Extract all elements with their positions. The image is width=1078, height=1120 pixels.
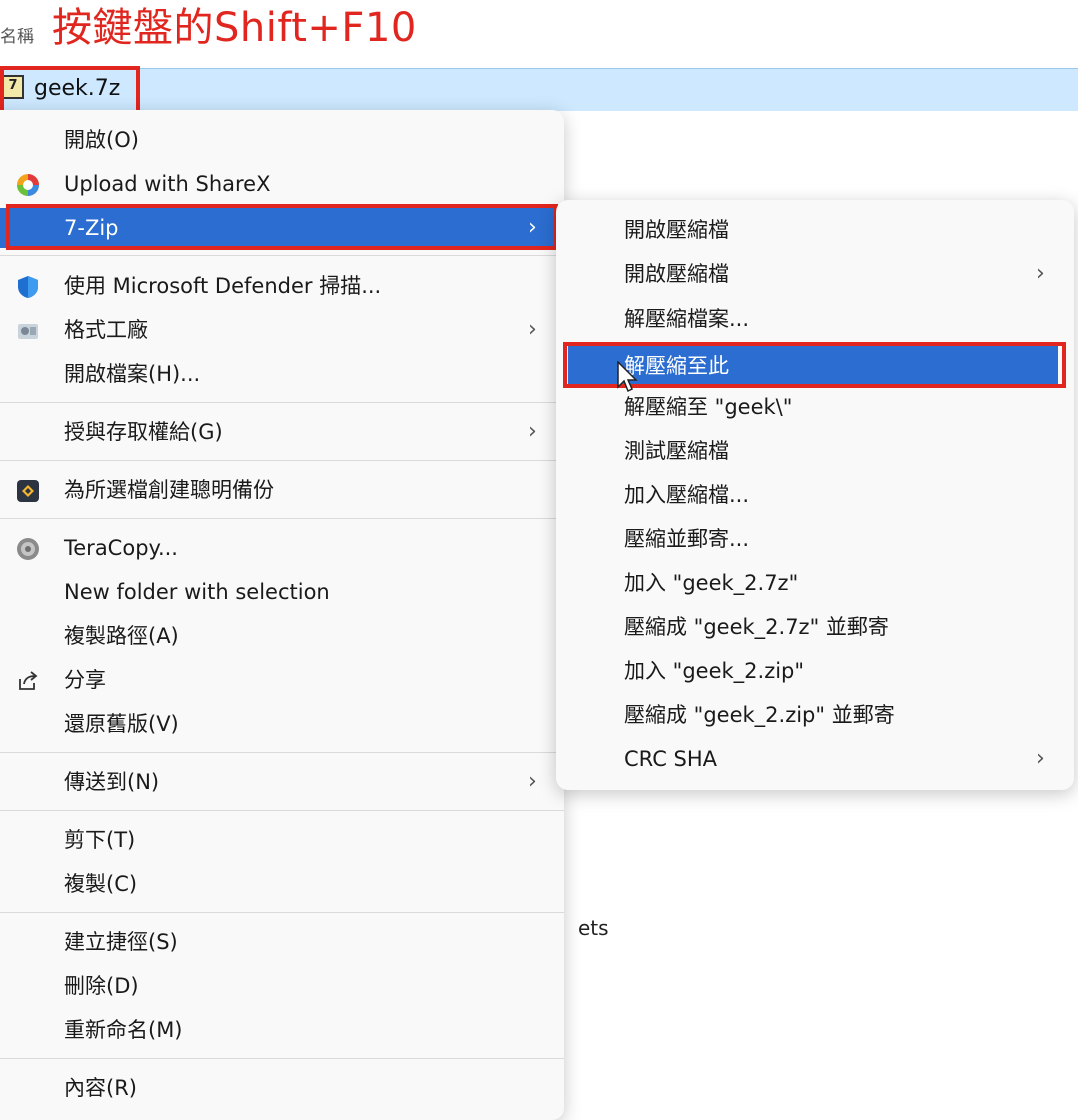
submenu-item-crc-sha[interactable]: CRC SHA › bbox=[556, 739, 1074, 779]
teracopy-icon bbox=[17, 538, 39, 560]
menu-separator bbox=[0, 752, 564, 753]
menu-item-defender-scan[interactable]: 使用 Microsoft Defender 掃描... bbox=[0, 266, 564, 306]
menu-item-label: 開啟壓縮檔 bbox=[624, 218, 729, 242]
menu-item-label: 刪除(D) bbox=[64, 974, 139, 998]
7zip-highlight-box bbox=[6, 204, 558, 250]
menu-separator bbox=[0, 460, 564, 461]
menu-item-label: 壓縮並郵寄... bbox=[624, 527, 750, 551]
menu-item-open-file[interactable]: 開啟檔案(H)... bbox=[0, 354, 564, 394]
menu-item-delete[interactable]: 刪除(D) bbox=[0, 966, 564, 1006]
defender-shield-icon bbox=[18, 276, 38, 298]
menu-separator bbox=[0, 255, 564, 256]
menu-item-label: 使用 Microsoft Defender 掃描... bbox=[64, 274, 382, 298]
menu-item-copy[interactable]: 複製(C) bbox=[0, 864, 564, 904]
menu-item-smart-backup[interactable]: 為所選檔創建聰明備份 bbox=[0, 470, 564, 510]
menu-item-open[interactable]: 開啟(O) bbox=[0, 120, 564, 160]
menu-item-label: 加入 "geek_2.7z" bbox=[624, 571, 799, 595]
menu-item-label: 壓縮成 "geek_2.zip" 並郵寄 bbox=[624, 703, 895, 727]
menu-item-label: 開啟檔案(H)... bbox=[64, 362, 201, 386]
context-menu: 開啟(O) Upload with ShareX 7-Zip › 使用 Micr… bbox=[0, 110, 564, 1120]
submenu-item-test-archive[interactable]: 測試壓縮檔 bbox=[556, 431, 1074, 471]
menu-separator bbox=[0, 1058, 564, 1059]
menu-item-restore-previous[interactable]: 還原舊版(V) bbox=[0, 704, 564, 744]
menu-item-format-factory[interactable]: 格式工廠 › bbox=[0, 310, 564, 350]
7zip-submenu: 開啟壓縮檔 開啟壓縮檔 › 解壓縮檔案... 解壓縮至此 解壓縮至 "geek\… bbox=[556, 200, 1074, 790]
menu-separator bbox=[0, 402, 564, 403]
menu-item-label: 剪下(T) bbox=[64, 828, 136, 852]
file-highlight-box bbox=[0, 66, 140, 114]
submenu-item-extract-files[interactable]: 解壓縮檔案... bbox=[556, 299, 1074, 339]
menu-item-label: 開啟壓縮檔 bbox=[624, 262, 729, 286]
submenu-item-open-archive-more[interactable]: 開啟壓縮檔 › bbox=[556, 254, 1074, 294]
menu-item-label: 建立捷徑(S) bbox=[64, 930, 178, 954]
chevron-right-icon: › bbox=[1036, 261, 1045, 286]
menu-item-send-to[interactable]: 傳送到(N) › bbox=[0, 762, 564, 802]
menu-item-label: New folder with selection bbox=[64, 580, 330, 604]
submenu-item-compress-email[interactable]: 壓縮並郵寄... bbox=[556, 519, 1074, 559]
submenu-item-compress-zip-email[interactable]: 壓縮成 "geek_2.zip" 並郵寄 bbox=[556, 695, 1074, 735]
sharex-icon bbox=[17, 174, 39, 196]
menu-item-label: TeraCopy... bbox=[64, 536, 178, 560]
menu-separator bbox=[0, 912, 564, 913]
menu-separator bbox=[0, 518, 564, 519]
menu-item-teracopy[interactable]: TeraCopy... bbox=[0, 528, 564, 568]
menu-item-give-access[interactable]: 授與存取權給(G) › bbox=[0, 412, 564, 452]
menu-item-label: 解壓縮檔案... bbox=[624, 307, 750, 331]
menu-item-label: 內容(R) bbox=[64, 1076, 137, 1100]
menu-item-label: 重新命名(M) bbox=[64, 1018, 183, 1042]
menu-item-label: 加入 "geek_2.zip" bbox=[624, 659, 805, 683]
menu-item-label: Upload with ShareX bbox=[64, 172, 271, 196]
chevron-right-icon: › bbox=[1036, 746, 1045, 771]
menu-item-label: 解壓縮至 "geek\" bbox=[624, 395, 793, 419]
background-file-text: ets bbox=[578, 916, 609, 940]
menu-item-copy-path[interactable]: 複製路徑(A) bbox=[0, 616, 564, 656]
chevron-right-icon: › bbox=[528, 769, 537, 794]
menu-item-label: 複製(C) bbox=[64, 872, 138, 896]
menu-separator bbox=[0, 810, 564, 811]
menu-item-new-folder-selection[interactable]: New folder with selection bbox=[0, 572, 564, 612]
submenu-item-open-archive[interactable]: 開啟壓縮檔 bbox=[556, 210, 1074, 250]
menu-item-cut[interactable]: 剪下(T) bbox=[0, 820, 564, 860]
name-column-header[interactable]: 名稱 bbox=[0, 22, 34, 47]
selected-file-row[interactable] bbox=[0, 68, 1078, 111]
menu-item-label: 為所選檔創建聰明備份 bbox=[64, 478, 274, 502]
menu-item-upload-sharex[interactable]: Upload with ShareX bbox=[0, 164, 564, 204]
submenu-item-compress-7z-email[interactable]: 壓縮成 "geek_2.7z" 並郵寄 bbox=[556, 607, 1074, 647]
submenu-item-add-to-archive[interactable]: 加入壓縮檔... bbox=[556, 475, 1074, 515]
instruction-annotation: 按鍵盤的Shift+F10 bbox=[52, 5, 417, 51]
menu-item-label: 還原舊版(V) bbox=[64, 712, 179, 736]
chevron-right-icon: › bbox=[528, 317, 537, 342]
menu-item-label: 開啟(O) bbox=[64, 128, 139, 152]
menu-item-label: 分享 bbox=[64, 668, 106, 692]
menu-item-share[interactable]: 分享 bbox=[0, 660, 564, 700]
menu-item-label: 格式工廠 bbox=[64, 318, 148, 342]
menu-item-label: 傳送到(N) bbox=[64, 770, 160, 794]
menu-item-properties[interactable]: 內容(R) bbox=[0, 1068, 564, 1108]
menu-item-label: 測試壓縮檔 bbox=[624, 439, 729, 463]
menu-item-label: 壓縮成 "geek_2.7z" 並郵寄 bbox=[624, 615, 889, 639]
mouse-cursor-icon bbox=[617, 361, 638, 393]
menu-item-label: 加入壓縮檔... bbox=[624, 483, 750, 507]
chevron-right-icon: › bbox=[528, 419, 537, 444]
menu-item-create-shortcut[interactable]: 建立捷徑(S) bbox=[0, 922, 564, 962]
menu-item-label: 複製路徑(A) bbox=[64, 624, 179, 648]
share-icon bbox=[19, 671, 38, 690]
submenu-item-add-zip[interactable]: 加入 "geek_2.zip" bbox=[556, 651, 1074, 691]
menu-item-rename[interactable]: 重新命名(M) bbox=[0, 1010, 564, 1050]
format-factory-icon bbox=[18, 324, 38, 339]
backup-icon bbox=[17, 480, 39, 502]
menu-item-label: 授與存取權給(G) bbox=[64, 420, 223, 444]
submenu-item-add-7z[interactable]: 加入 "geek_2.7z" bbox=[556, 563, 1074, 603]
menu-item-label: CRC SHA bbox=[624, 747, 718, 771]
